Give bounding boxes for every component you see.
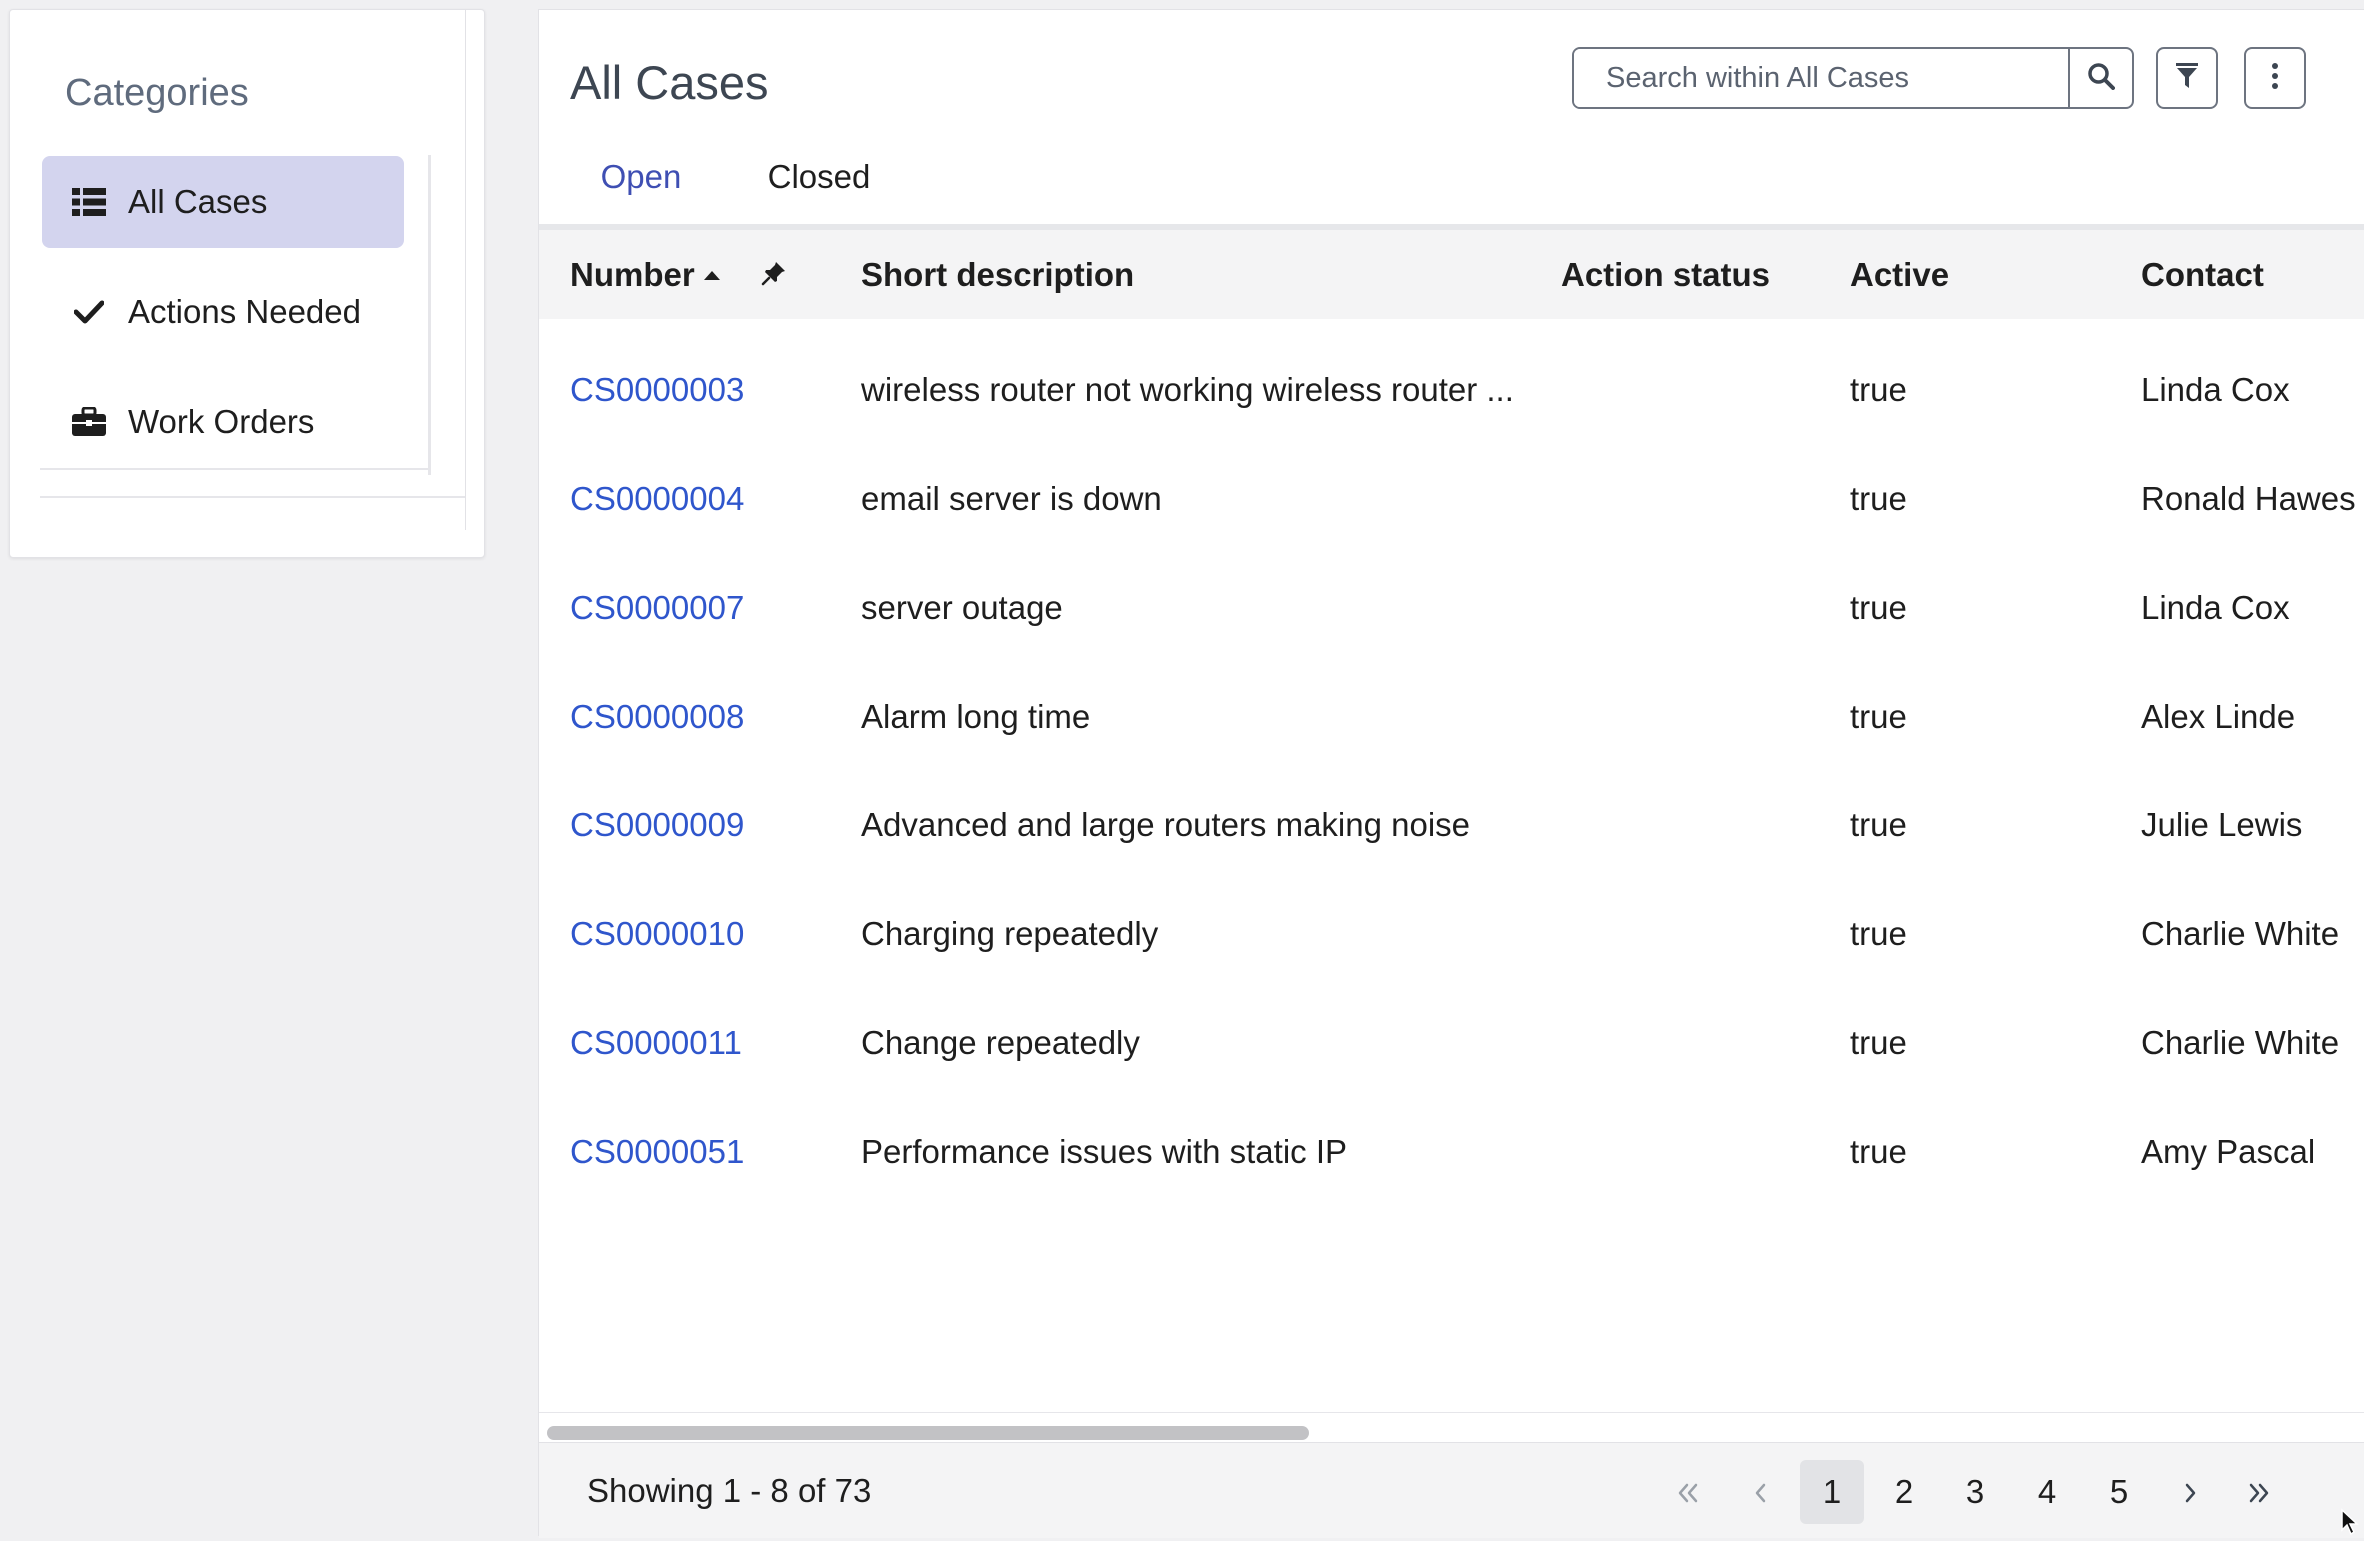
column-header-contact[interactable]: Contact	[2141, 230, 2264, 319]
sort-ascending-icon	[703, 269, 721, 281]
active-cell: true	[1850, 370, 1907, 408]
active-cell: true	[1850, 479, 1907, 517]
contact-cell: Ronald Hawes	[2141, 479, 2356, 517]
column-header-action-status[interactable]: Action status	[1561, 230, 1770, 319]
case-number-link[interactable]: CS0000007	[570, 553, 744, 662]
divider	[40, 468, 430, 470]
page-button-5[interactable]: 5	[2087, 1460, 2151, 1524]
case-number-link[interactable]: CS0000010	[570, 879, 744, 988]
case-number-link[interactable]: CS0000003	[570, 335, 744, 444]
first-page-button[interactable]	[1656, 1460, 1720, 1524]
double-chevron-left-icon	[1677, 1473, 1699, 1511]
scrollbar-thumb[interactable]	[547, 1426, 1309, 1440]
filter-icon	[2175, 62, 2199, 95]
column-header-number[interactable]: Number	[570, 230, 721, 319]
short-description-cell: email server is down	[861, 479, 1162, 517]
previous-page-button[interactable]	[1728, 1460, 1792, 1524]
results-count: Showing 1 - 8 of 73	[587, 1471, 872, 1509]
contact-cell: Linda Cox	[2141, 370, 2290, 408]
case-number-link[interactable]: CS0000051	[570, 1097, 744, 1206]
short-description-cell: Alarm long time	[861, 697, 1091, 735]
sidebar-item-all-cases[interactable]: All Cases	[42, 156, 404, 248]
column-header-label: Number	[570, 255, 695, 293]
page-button-4[interactable]: 4	[2015, 1460, 2079, 1524]
page-title: All Cases	[570, 56, 769, 109]
contact-cell: Alex Linde	[2141, 697, 2296, 735]
sidebar-item-label: Actions Needed	[128, 293, 361, 330]
filter-button[interactable]	[2156, 47, 2218, 109]
divider	[465, 10, 466, 530]
table-header: Number Short description Action status A…	[539, 230, 2364, 319]
short-description-cell: Change repeatedly	[861, 1023, 1140, 1061]
short-description-cell: Advanced and large routers making noise	[861, 805, 1471, 843]
more-options-button[interactable]	[2244, 47, 2306, 109]
case-number-link[interactable]: CS0000004	[570, 444, 744, 553]
short-description-cell: Charging repeatedly	[861, 914, 1159, 952]
table-row: CS0000007 server outage true Linda Cox	[539, 553, 2364, 662]
mouse-cursor-icon	[2340, 1508, 2362, 1541]
horizontal-scrollbar[interactable]	[539, 1412, 2364, 1443]
case-number-link[interactable]: CS0000008	[570, 662, 744, 771]
last-page-button[interactable]	[2227, 1460, 2291, 1524]
chevron-left-icon	[1753, 1473, 1767, 1511]
case-number-link[interactable]: CS0000011	[570, 988, 742, 1097]
more-vertical-icon	[2271, 62, 2279, 95]
categories-title: Categories	[65, 72, 249, 114]
search-input[interactable]	[1574, 49, 2068, 107]
briefcase-icon	[72, 407, 106, 437]
short-description-cell: wireless router not working wireless rou…	[861, 370, 1514, 408]
column-header-active[interactable]: Active	[1850, 230, 1949, 319]
cases-list-panel: All Cases Open Closed Number	[538, 9, 2364, 1538]
chevron-right-icon	[2184, 1473, 2198, 1511]
sidebar-item-label: All Cases	[128, 183, 268, 220]
sidebar-item-actions-needed[interactable]: Actions Needed	[42, 266, 404, 358]
tab-closed[interactable]: Closed	[748, 158, 890, 230]
contact-cell: Linda Cox	[2141, 588, 2290, 626]
table-row: CS0000003 wireless router not working wi…	[539, 335, 2364, 444]
column-header-short-description[interactable]: Short description	[861, 230, 1134, 319]
search-field	[1572, 47, 2134, 109]
sidebar-item-work-orders[interactable]: Work Orders	[42, 376, 404, 468]
case-number-link[interactable]: CS0000009	[570, 770, 744, 879]
check-icon	[72, 300, 106, 324]
active-cell: true	[1850, 588, 1907, 626]
active-cell: true	[1850, 1023, 1907, 1061]
table-row: CS0000011 Change repeatedly true Charlie…	[539, 988, 2364, 1097]
divider	[40, 496, 465, 498]
search-button[interactable]	[2068, 49, 2132, 107]
contact-cell: Charlie White	[2141, 1023, 2340, 1061]
page-button-3[interactable]: 3	[1943, 1460, 2007, 1524]
contact-cell: Amy Pascal	[2141, 1132, 2316, 1170]
tab-open[interactable]: Open	[570, 158, 712, 234]
table-row: CS0000051 Performance issues with static…	[539, 1097, 2364, 1206]
table-row: CS0000010 Charging repeatedly true Charl…	[539, 879, 2364, 988]
contact-cell: Charlie White	[2141, 914, 2340, 952]
contact-cell: Julie Lewis	[2141, 805, 2303, 843]
next-page-button[interactable]	[2159, 1460, 2223, 1524]
page-button-2[interactable]: 2	[1872, 1460, 1936, 1524]
divider	[428, 155, 431, 475]
active-cell: true	[1850, 914, 1907, 952]
page-button-1[interactable]: 1	[1800, 1460, 1864, 1524]
active-cell: true	[1850, 1132, 1907, 1170]
short-description-cell: Performance issues with static IP	[861, 1132, 1348, 1170]
sidebar-item-label: Work Orders	[128, 403, 315, 440]
pin-column-button[interactable]	[761, 230, 787, 319]
search-icon	[2087, 62, 2115, 95]
double-chevron-right-icon	[2248, 1473, 2270, 1511]
table-row: CS0000004 email server is down true Rona…	[539, 444, 2364, 553]
table-row: CS0000008 Alarm long time true Alex Lind…	[539, 662, 2364, 771]
active-cell: true	[1850, 697, 1907, 735]
short-description-cell: server outage	[861, 588, 1063, 626]
categories-panel: Categories All Cases Actions Needed Work…	[9, 9, 485, 558]
table-row: CS0000009 Advanced and large routers mak…	[539, 770, 2364, 879]
pagination-footer: Showing 1 - 8 of 73 1 2 3 4 5	[539, 1442, 2364, 1538]
pin-icon	[761, 256, 787, 294]
active-cell: true	[1850, 805, 1907, 843]
list-icon	[72, 188, 106, 216]
